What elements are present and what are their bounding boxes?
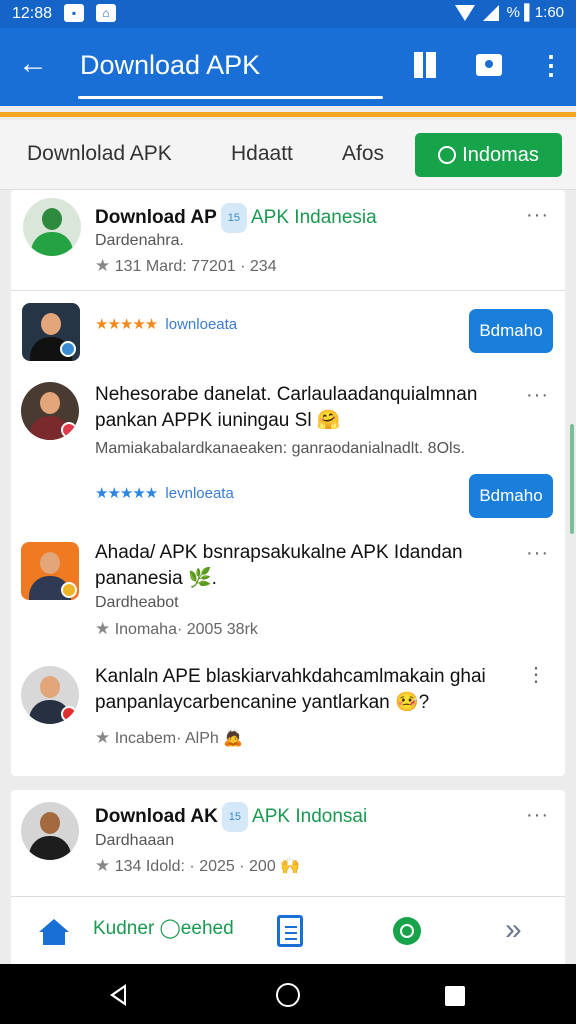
app-avatar: [21, 382, 79, 440]
tab-indomas[interactable]: Indomas: [415, 133, 562, 177]
item-meta: ★ 134 Idold: · 2025 · 200 🙌: [95, 856, 301, 875]
app-avatar: [21, 542, 79, 600]
scrollbar[interactable]: [570, 424, 574, 534]
rating-row: ★★★★★ lownloeata: [95, 315, 237, 333]
app-list-card: Download AP 15 APK Indanesia Dardenahra. ★…: [11, 190, 565, 776]
page-title: Download APK: [80, 50, 261, 80]
more-vert-icon[interactable]: ⋮: [526, 662, 547, 687]
download-label: levnloeata: [165, 485, 234, 502]
rating-stars: ★★★★★: [95, 485, 158, 502]
rating-row: ★★★★★ levnloeata: [95, 484, 234, 502]
tab-afos[interactable]: Afos: [342, 142, 384, 166]
system-back-icon[interactable]: [110, 984, 126, 1006]
list-item[interactable]: Download AK 15 APK Indonsai Dardhaaan ★ 13…: [11, 790, 565, 890]
item-developer: Dardenahra.: [95, 232, 184, 249]
tab-hdaatt[interactable]: Hdaatt: [231, 142, 293, 166]
item-description: Mamiakabalardkanaeaken: ganraodanialnadl…: [95, 440, 466, 457]
star-icon: ★: [95, 256, 111, 275]
nav-label[interactable]: Kudner ◯eehed: [93, 917, 234, 940]
download-icon[interactable]: [476, 54, 502, 76]
download-label: lownloeata: [165, 316, 238, 333]
accent-divider: [0, 112, 576, 117]
more-horiz-icon[interactable]: ···: [526, 384, 549, 407]
more-horiz-icon[interactable]: ···: [526, 542, 549, 565]
arrow-left-icon[interactable]: ←: [18, 46, 48, 82]
item-title: Download AP 15 APK Indanesia: [95, 203, 377, 233]
item-developer: Dardheabot: [95, 594, 179, 611]
wifi-icon: [454, 4, 475, 21]
app-avatar: [21, 666, 79, 724]
tab-bar: Downlolad APK Hdaatt Afos Indomas: [0, 120, 576, 190]
download-button[interactable]: Bdmaho: [469, 474, 553, 518]
more-horiz-icon[interactable]: ···: [526, 204, 549, 227]
app-avatar: [22, 303, 80, 361]
system-navigation-bar: [0, 964, 576, 1024]
title-underline: [78, 96, 383, 99]
item-title: Kanlaln APE blaskiarvahkdahcamlmakain gh…: [95, 666, 486, 713]
item-title: Nehesorabe danelat. Carlaulaadanquialmna…: [95, 384, 478, 431]
item-meta: ★ Incabem· AlPh 🙇: [95, 728, 244, 747]
item-meta: ★ 131 Mard: 77201 · 234: [95, 256, 277, 275]
app-bar: ← Download APK ⋮: [0, 28, 576, 106]
clipboard-icon[interactable]: [277, 915, 303, 947]
more-vert-icon[interactable]: ⋮: [538, 48, 564, 82]
list-item[interactable]: ★★★★★ lownloeata Bdmaho: [11, 291, 565, 371]
notification-icon: ▪: [64, 4, 84, 22]
chat-icon[interactable]: [393, 917, 421, 945]
chat-icon: [438, 146, 457, 164]
list-item[interactable]: Nehesorabe danelat. Carlaulaadanquialmna…: [11, 372, 565, 532]
item-title: Download AK 15 APK Indonsai: [95, 802, 367, 832]
item-title: Ahada/ APK bsnrapsakukalne APK Idandan p…: [95, 542, 463, 589]
list-item[interactable]: Kanlaln APE blaskiarvahkdahcamlmakain gh…: [11, 656, 565, 766]
system-home-icon[interactable]: [276, 983, 300, 1007]
signal-icon: [482, 4, 499, 21]
star-icon: ★: [95, 728, 111, 747]
more-horiz-icon[interactable]: ···: [526, 804, 549, 827]
app-notification-icon: ⌂: [96, 4, 116, 22]
app-avatar: [21, 802, 79, 860]
tab-download-apk[interactable]: Downlolad APK: [27, 142, 172, 166]
list-item[interactable]: Download AP 15 APK Indanesia Dardenahra. ★…: [11, 190, 565, 290]
home-icon[interactable]: [39, 919, 69, 945]
book-icon[interactable]: [414, 52, 436, 78]
list-item[interactable]: Ahada/ APK bsnrapsakukalne APK Idandan p…: [11, 532, 565, 656]
item-developer: Dardhaaan: [95, 832, 175, 849]
status-bar: 12:88 ▪ ⌂ % ▌1:60: [0, 0, 576, 28]
status-time: 12:88: [12, 5, 53, 22]
star-icon: ★: [95, 856, 111, 875]
battery-text: % ▌1:60: [506, 4, 564, 21]
star-icon: ★: [95, 619, 111, 638]
download-button[interactable]: Bdmaho: [469, 309, 553, 353]
item-meta: ★ Inomaha· 2005 38rk: [95, 619, 258, 638]
rating-stars: ★★★★★: [95, 316, 158, 333]
tab-indomas-label: Indomas: [462, 143, 539, 166]
double-chevron-right-icon[interactable]: »: [505, 913, 522, 947]
bottom-navigation: Kudner ◯eehed »: [11, 896, 565, 964]
app-avatar: [23, 198, 81, 256]
system-recents-icon[interactable]: [445, 986, 465, 1006]
